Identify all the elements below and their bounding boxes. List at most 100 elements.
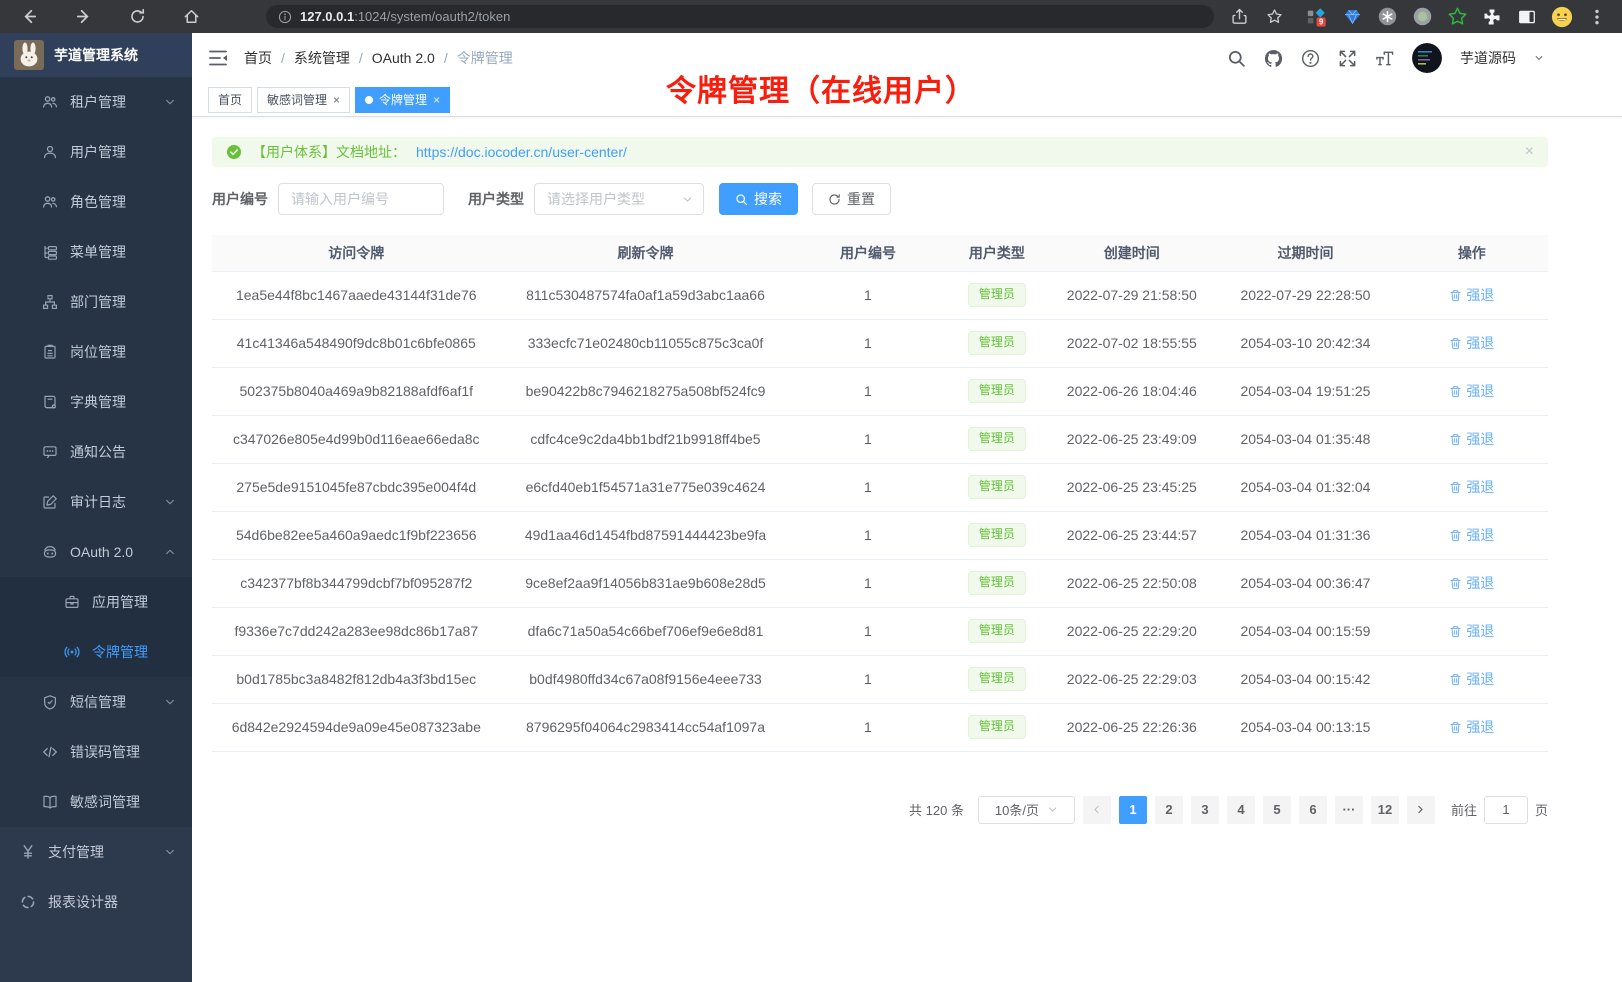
bookmark-star-icon[interactable]: [1263, 6, 1285, 28]
force-logout-button[interactable]: 强退: [1449, 477, 1494, 497]
user-id-cell: 1: [790, 415, 945, 463]
tag-close-icon[interactable]: ×: [333, 94, 340, 106]
user-menu-caret-icon[interactable]: [1534, 53, 1544, 63]
app-shell: 芋道管理系统 租户管理 用户管理 角色管理 菜单管理 部门管理 岗位管理 字典管…: [0, 33, 1622, 982]
refresh-token-cell: 8796295f04064c2983414cc54af1097a: [501, 703, 791, 751]
breadcrumb-separator: /: [281, 50, 285, 66]
logo-bar[interactable]: 芋道管理系统: [0, 33, 192, 77]
sidebar-item-4[interactable]: 部门管理: [0, 277, 192, 327]
sidebar-item-3[interactable]: 菜单管理: [0, 227, 192, 277]
force-logout-label: 强退: [1466, 573, 1494, 593]
help-icon[interactable]: [1301, 49, 1320, 68]
force-logout-button[interactable]: 强退: [1449, 621, 1494, 641]
sidebar-item-14[interactable]: 敏感词管理: [0, 777, 192, 827]
sidebar-item-9[interactable]: OAuth 2.0: [0, 527, 192, 577]
pager-more-button[interactable]: ···: [1335, 796, 1363, 824]
page-size-select[interactable]: 10条/页: [978, 796, 1075, 824]
sidebar-item-15[interactable]: 支付管理: [0, 827, 192, 877]
force-logout-button[interactable]: 强退: [1449, 285, 1494, 305]
github-icon[interactable]: [1264, 49, 1283, 68]
font-size-icon[interactable]: [1375, 49, 1394, 68]
sidebar-item-2[interactable]: 角色管理: [0, 177, 192, 227]
extension-green-star-icon[interactable]: [1446, 6, 1468, 28]
breadcrumb-item-2[interactable]: OAuth 2.0: [372, 50, 435, 66]
force-logout-button[interactable]: 强退: [1449, 717, 1494, 737]
hamburger-icon[interactable]: [208, 49, 228, 67]
access-token-cell: c347026e805e4d99b0d116eae66eda8c: [212, 415, 501, 463]
sidebar-item-6[interactable]: 字典管理: [0, 377, 192, 427]
reload-icon[interactable]: [124, 8, 150, 26]
force-logout-button[interactable]: 强退: [1449, 669, 1494, 689]
force-logout-button[interactable]: 强退: [1449, 333, 1494, 353]
force-logout-button[interactable]: 强退: [1449, 573, 1494, 593]
sidebar-item-11[interactable]: 令牌管理: [0, 627, 192, 677]
pager-page-5[interactable]: 5: [1263, 796, 1291, 824]
sidebar-item-8[interactable]: 审计日志: [0, 477, 192, 527]
extension-command-icon[interactable]: [1376, 6, 1398, 28]
extension-diamond-icon[interactable]: 9: [1306, 6, 1328, 28]
pager-page-6[interactable]: 6: [1299, 796, 1327, 824]
sidebar-item-5[interactable]: 岗位管理: [0, 327, 192, 377]
tag-close-icon[interactable]: ×: [433, 94, 440, 106]
profile-emoji-avatar[interactable]: [1551, 6, 1573, 28]
search-button-label: 搜索: [754, 189, 782, 209]
user-id-cell: 1: [790, 655, 945, 703]
extension-gem-icon[interactable]: [1341, 6, 1363, 28]
force-logout-button[interactable]: 强退: [1449, 381, 1494, 401]
force-logout-button[interactable]: 强退: [1449, 525, 1494, 545]
forward-icon[interactable]: [70, 8, 96, 26]
user-avatar[interactable]: [1412, 43, 1442, 73]
address-bar[interactable]: 127.0.0.1:1024/system/oauth2/token: [266, 5, 1214, 28]
browser-toolbar: 127.0.0.1:1024/system/oauth2/token 9: [0, 0, 1622, 33]
user-id-input[interactable]: [278, 183, 444, 215]
trash-icon: [1449, 481, 1462, 494]
tag-0[interactable]: 首页: [208, 87, 252, 113]
sidebar-item-12[interactable]: 短信管理: [0, 677, 192, 727]
force-logout-label: 强退: [1466, 717, 1494, 737]
pager-page-4[interactable]: 4: [1227, 796, 1255, 824]
sidebar-item-7[interactable]: 通知公告: [0, 427, 192, 477]
pager-page-3[interactable]: 3: [1191, 796, 1219, 824]
briefcase-icon: [64, 594, 80, 610]
tag-1[interactable]: 敏感词管理 ×: [257, 87, 350, 113]
sidebar-item-10[interactable]: 应用管理: [0, 577, 192, 627]
fullscreen-icon[interactable]: [1338, 49, 1357, 68]
refresh-token-cell: e6cfd40eb1f54571a31e775e039c4624: [501, 463, 791, 511]
sidebar-menu: 租户管理 用户管理 角色管理 菜单管理 部门管理 岗位管理 字典管理 通知公告 …: [0, 77, 192, 982]
pager-page-1[interactable]: 1: [1119, 796, 1147, 824]
sidebar-item-16[interactable]: 报表设计器: [0, 877, 192, 927]
pager-page-2[interactable]: 2: [1155, 796, 1183, 824]
share-icon[interactable]: [1228, 6, 1250, 28]
force-logout-button[interactable]: 强退: [1449, 429, 1494, 449]
extension-circle-icon[interactable]: [1411, 6, 1433, 28]
user-type-tag: 管理员: [968, 523, 1026, 547]
breadcrumb-item-0[interactable]: 首页: [244, 48, 272, 68]
sidebar-item-1[interactable]: 用户管理: [0, 127, 192, 177]
goto-page-input[interactable]: [1484, 796, 1528, 824]
active-tag-dot: [365, 96, 373, 104]
sidebar-panel-icon[interactable]: [1516, 6, 1538, 28]
search-button[interactable]: 搜索: [719, 183, 798, 215]
breadcrumb-item-1[interactable]: 系统管理: [294, 48, 350, 68]
tag-2[interactable]: 令牌管理 ×: [355, 87, 450, 113]
back-icon[interactable]: [16, 8, 42, 26]
extension-puzzle-icon[interactable]: [1481, 6, 1503, 28]
reset-button[interactable]: 重置: [812, 183, 891, 215]
pager-page-12[interactable]: 12: [1371, 796, 1399, 824]
browser-menu-icon[interactable]: [1586, 6, 1608, 28]
home-icon[interactable]: [178, 8, 204, 26]
pager-next-button[interactable]: [1407, 796, 1435, 824]
search-icon[interactable]: [1227, 49, 1246, 68]
site-info-icon[interactable]: [278, 10, 292, 24]
alert-close-icon[interactable]: ×: [1525, 144, 1534, 160]
signal-icon: [64, 644, 80, 660]
doc-link[interactable]: https://doc.iocoder.cn/user-center/: [416, 144, 627, 160]
username[interactable]: 芋道源码: [1460, 48, 1516, 68]
chevron-down-icon: [164, 496, 176, 508]
action-cell: 强退: [1396, 415, 1548, 463]
column-header-0: 访问令牌: [212, 235, 501, 271]
sidebar-item-0[interactable]: 租户管理: [0, 77, 192, 127]
pager-prev-button[interactable]: [1083, 796, 1111, 824]
user-type-select[interactable]: 请选择用户类型: [534, 183, 704, 215]
sidebar-item-13[interactable]: 错误码管理: [0, 727, 192, 777]
